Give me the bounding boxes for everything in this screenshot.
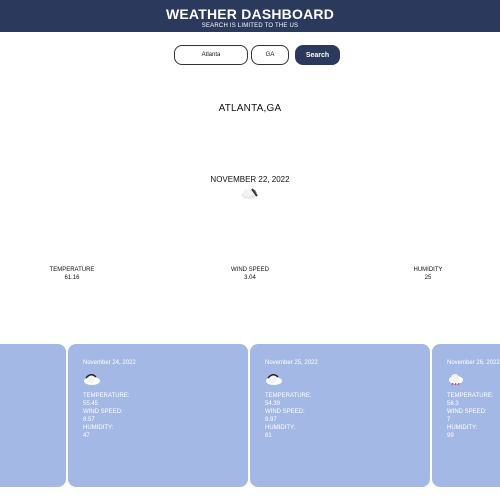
cloud-icon [266,374,282,385]
forecast-humidity: 81 [265,433,272,439]
forecast-humidity: 99 [447,433,454,439]
current-humidity: HUMIDITY 25 [368,266,488,282]
humidity-label: HUMIDITY [413,267,443,273]
forecast-card-partial [0,344,66,487]
forecast-wind: 7 [447,417,451,423]
search-bar: Search [0,45,500,65]
forecast-wind-label: WIND SPEED: [265,409,305,415]
cloud-rain-icon [242,188,258,199]
forecast-wind: 8.57 [83,417,95,423]
forecast-info: TEMPERATURE: 54.39 WIND SPEED: 8.97 HUMI… [265,392,312,440]
forecast-date: November 24, 2022 [83,360,136,366]
forecast-info: TEMPERATURE: 55.45 WIND SPEED: 8.57 HUMI… [83,392,130,440]
forecast-card: November 25, 2022 TEMPERATURE: 54.39 WIN… [250,344,430,487]
forecast-temperature: 55.45 [83,401,99,407]
forecast-wind-label: WIND SPEED: [447,409,487,415]
forecast-wind: 8.97 [265,417,277,423]
wind-speed-label: WIND SPEED [230,267,269,273]
search-button[interactable]: Search [295,45,340,65]
forecast-temperature: 54.39 [265,401,281,407]
page-title: WEATHER DASHBOARD [165,6,335,22]
page-subtitle: SEARCH IS LIMITED TO THE US [201,23,299,29]
forecast-humidity: 47 [83,433,90,439]
forecast-humidity-label: HUMIDITY: [447,425,478,431]
forecast-temperature-label: TEMPERATURE: [447,393,494,399]
temperature-value: 61.16 [64,275,80,281]
wind-speed-value: 3.04 [244,275,256,281]
forecast-info: TEMPERATURE: 58.3 WIND SPEED: 7 HUMIDITY… [447,392,494,440]
forecast-card: November 24, 2022 TEMPERATURE: 55.45 WIN… [68,344,248,487]
current-city: ATLANTA,GA [218,103,282,114]
current-temperature: TEMPERATURE 61.16 [12,266,132,282]
state-input[interactable] [251,45,289,65]
forecast-temperature-label: TEMPERATURE: [83,393,130,399]
temperature-label: TEMPERATURE [49,267,95,273]
humidity-value: 25 [424,275,432,281]
forecast-temperature: 58.3 [447,401,459,407]
forecast-humidity-label: HUMIDITY: [265,425,296,431]
forecast-date: November 25, 2022 [265,360,318,366]
forecast-temperature-label: TEMPERATURE: [265,393,312,399]
city-input[interactable] [174,45,248,65]
forecast-humidity-label: HUMIDITY: [83,425,114,431]
current-wind-speed: WIND SPEED 3.04 [190,266,310,282]
forecast-card: November 26, 2022 TEMPERATURE: 58.3 WIND… [432,344,500,487]
cloud-rain-icon [449,374,463,386]
forecast-date: November 26, 2022 [447,360,500,366]
current-date: NOVEMBER 22, 2022 [210,175,290,184]
forecast-wind-label: WIND SPEED: [83,409,123,415]
app-header: WEATHER DASHBOARD SEARCH IS LIMITED TO T… [0,0,500,32]
cloud-icon [84,374,100,385]
